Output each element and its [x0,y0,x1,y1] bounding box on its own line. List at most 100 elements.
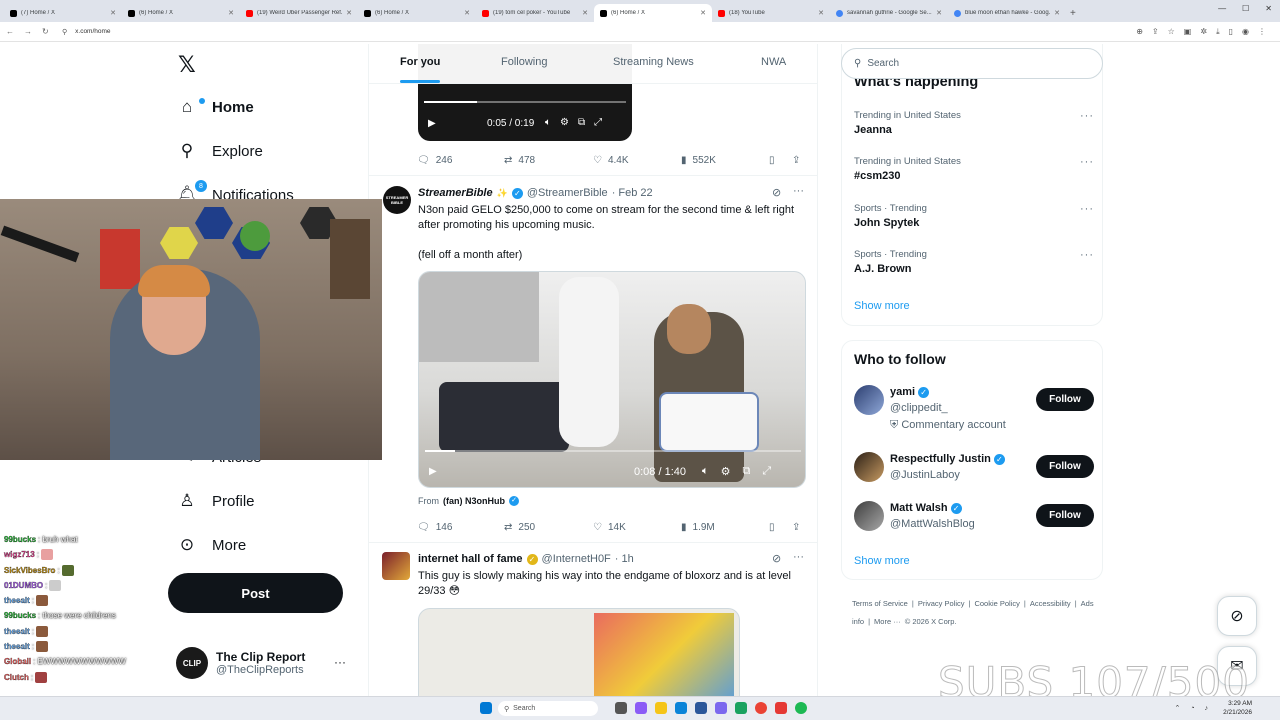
more-dots-icon[interactable]: ··· [1080,110,1094,122]
share-icon[interactable]: ⇪ [1152,27,1159,37]
source-name[interactable]: (fan) N3onHub [443,496,505,506]
footer-link[interactable]: Cookie Policy [974,599,1019,608]
share-tweet-icon[interactable]: ⇪ [792,522,800,533]
chat-username[interactable]: theealt [4,639,30,654]
x-logo-icon[interactable]: 𝕏 [178,53,196,78]
app-icon[interactable] [635,702,647,714]
pip-icon[interactable]: ⧉ [742,465,750,478]
downloads-icon[interactable]: ⤓ [1216,27,1220,37]
browser-tab[interactable]: (18) YouTube ✕ [712,4,830,22]
nav-explore[interactable]: ⚲ Explore [178,141,263,160]
trend-item[interactable]: Sports · Trending John Spytek ··· [854,203,1094,229]
author-handle[interactable]: @StreamerBible [527,187,608,199]
chat-username[interactable]: Globall [4,654,31,669]
fullscreen-icon[interactable]: ⤢ [762,465,771,478]
fullscreen-icon[interactable]: ⤢ [594,117,602,128]
close-tab-icon[interactable]: ✕ [818,9,824,17]
more-dots-icon[interactable]: ··· [334,655,346,669]
views-button[interactable]: ▮ 552K [681,155,716,166]
chat-username[interactable]: theealt [4,624,30,639]
close-window-icon[interactable]: ✕ [1265,4,1272,13]
chat-username[interactable]: 99bucks [4,608,36,623]
settings-icon[interactable]: ⚙ [560,117,569,128]
settings-icon[interactable]: ⚙ [721,465,731,478]
video-progress-bar[interactable] [425,450,801,452]
author-handle[interactable]: @InternetH0F [542,553,611,565]
extensions-puzzle-icon[interactable]: ✲ [1200,27,1207,37]
avatar[interactable]: STREAMER BIBLE [383,186,411,214]
tab-following[interactable]: Following [501,56,547,68]
tweet-date[interactable]: · Feb 22 [612,187,653,199]
footer-link[interactable]: © 2026 X Corp. [905,617,957,626]
minimize-icon[interactable]: — [1218,4,1226,13]
nav-home[interactable]: ⌂ Home [178,97,254,116]
chat-username[interactable]: 99bucks [4,532,36,547]
app-icon[interactable] [695,702,707,714]
grok-icon[interactable]: ⊘ [772,552,781,565]
tweet[interactable]: internet hall of fame ✓ @InternetH0F · 1… [369,542,817,696]
site-info-icon[interactable]: ⚲ [62,28,67,36]
play-icon[interactable]: ▶ [428,118,436,129]
footer-link[interactable]: More ··· [874,617,901,626]
account-switcher[interactable]: CLIP The Clip Report @TheClipReports ··· [176,647,356,679]
close-tab-icon[interactable]: ✕ [346,9,352,17]
bookmark-icon[interactable]: ▯ [769,522,775,533]
url-field[interactable]: x.com/home [75,28,1136,35]
follow-suggestion[interactable]: Respectfully Justin ✓ @JustinLaboy Follow [854,452,1094,486]
bookmark-icon[interactable]: ▯ [769,155,775,166]
reply-button[interactable]: 🗨︎ 246 [417,155,452,166]
menu-icon[interactable]: ⋮ [1258,27,1266,37]
browser-tab[interactable]: blue moon ethan hawke - Goog... ✕ [948,4,1066,22]
chat-username[interactable]: 01DUMBO [4,578,43,593]
trend-item[interactable]: Trending in United States #csm230 ··· [854,156,1094,182]
taskbar-search[interactable]: ⚲ Search [498,701,598,716]
reload-icon[interactable]: ↻ [42,27,49,36]
maximize-icon[interactable]: ☐ [1242,4,1249,13]
sidebar-icon[interactable]: ▯ [1229,27,1233,37]
follow-button[interactable]: Follow [1036,504,1094,527]
close-tab-icon[interactable]: ✕ [228,9,234,17]
more-dots-icon[interactable]: ··· [793,551,804,563]
forward-icon[interactable]: → [24,27,32,36]
close-tab-icon[interactable]: ✕ [582,9,588,17]
tweet-date[interactable]: · 1h [615,553,634,565]
app-icon[interactable] [775,702,787,714]
start-icon[interactable] [480,702,492,714]
chat-username[interactable]: theealt [4,593,30,608]
back-icon[interactable]: ← [6,27,14,36]
profile-icon[interactable]: ◉ [1242,27,1249,37]
browser-tab[interactable]: (6) Home / X ✕ [594,4,712,22]
more-dots-icon[interactable]: ··· [1080,249,1094,261]
tab-for-you[interactable]: For you [400,56,440,68]
show-more-link[interactable]: Show more [854,555,910,567]
task-view-icon[interactable] [615,702,627,714]
close-tab-icon[interactable]: ✕ [110,9,116,17]
browser-tab[interactable]: (7) Home / X ✕ [4,4,122,22]
edge-icon[interactable] [675,702,687,714]
nav-profile[interactable]: ♙ Profile [178,491,254,510]
app-icon[interactable] [715,702,727,714]
close-tab-icon[interactable]: ✕ [700,9,706,17]
follow-button[interactable]: Follow [1036,455,1094,478]
spotify-icon[interactable] [795,702,807,714]
clock[interactable]: 3:29 AM 2/21/2026 [1223,699,1252,717]
follow-suggestion[interactable]: yami ✓ @clippedit_ ⛨ Commentary account F… [854,385,1094,431]
repost-button[interactable]: ⇄ 250 [504,522,535,533]
follow-suggestion[interactable]: Matt Walsh ✓ @MattWalshBlog Follow [854,501,1094,535]
trend-item[interactable]: Trending in United States Jeanna ··· [854,110,1094,136]
close-tab-icon[interactable]: ✕ [1054,9,1060,17]
video-source[interactable]: From (fan) N3onHub ✓ [418,496,519,506]
more-dots-icon[interactable]: ··· [1080,156,1094,168]
like-button[interactable]: ♡ 14K [593,522,626,533]
zoom-icon[interactable]: ⊕ [1136,27,1143,37]
extension-icon[interactable]: ▣ [1184,27,1192,37]
app-icon[interactable] [735,702,747,714]
nav-more[interactable]: ⊙ More [178,535,246,554]
grok-button[interactable]: ⊘ [1217,596,1257,636]
browser-tab[interactable]: (19) Weird Uber Passenger Ref... ✕ [240,4,358,22]
new-tab-icon[interactable]: + [1070,8,1076,19]
avatar[interactable] [382,552,410,580]
like-button[interactable]: ♡ 4.4K [593,155,629,166]
volume-icon[interactable]: 🔈︎ [702,465,709,478]
tab-streaming-news[interactable]: Streaming News [613,56,694,68]
